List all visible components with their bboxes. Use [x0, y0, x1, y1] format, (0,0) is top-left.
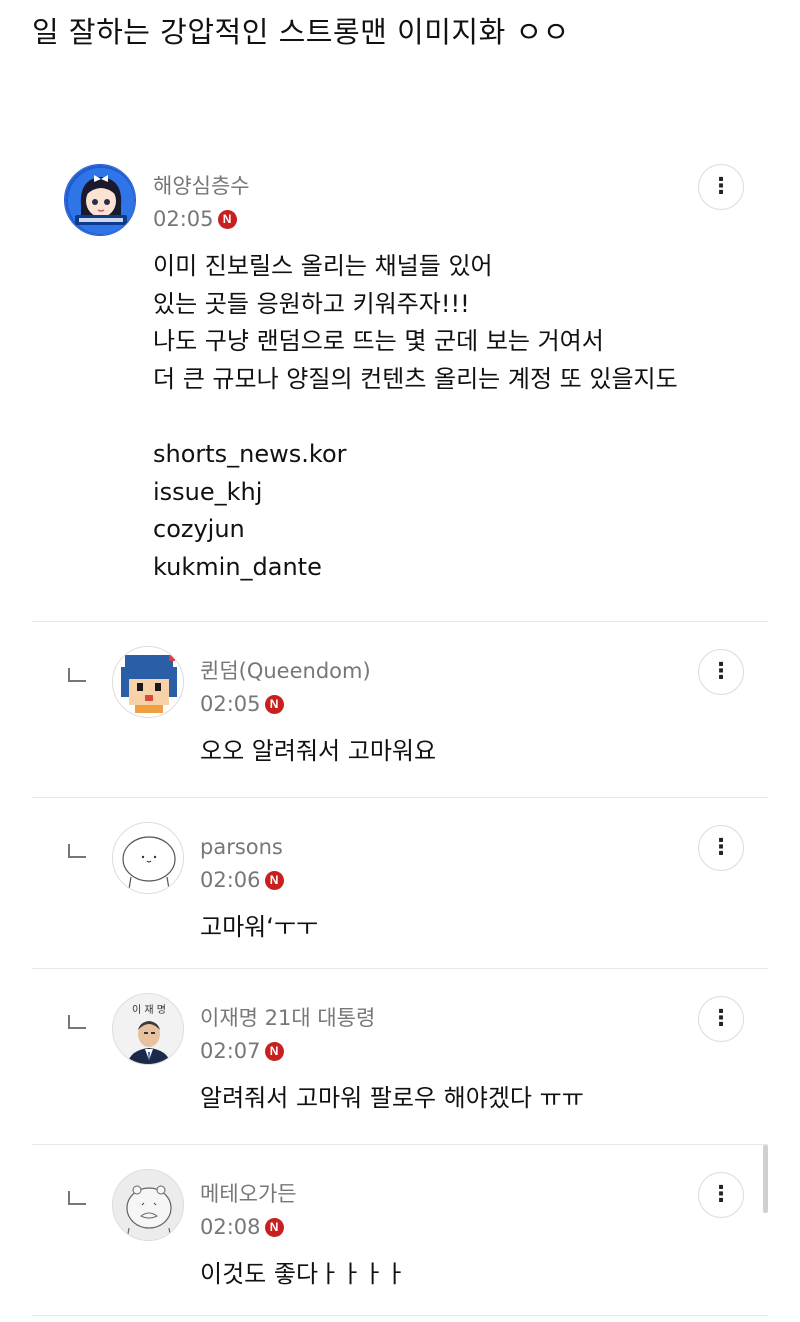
- avatar[interactable]: [112, 822, 184, 894]
- avatar-name-label: 이 재 명: [132, 1004, 166, 1016]
- more-options-button[interactable]: ⋮: [698, 996, 744, 1042]
- comment-time-text: 02:08: [200, 1215, 261, 1239]
- comment-thread-page: 일 잘하는 강압적인 스트롱맨 이미지화 ㅇㅇ 해양심층수 02:05 N 이미…: [0, 0, 800, 1322]
- comment-author[interactable]: 퀸덤(Queendom): [200, 657, 371, 685]
- avatar[interactable]: [112, 646, 184, 718]
- comment-line: 이미 진보릴스 올리는 채널들 있어: [153, 252, 493, 280]
- avatar[interactable]: [112, 1169, 184, 1241]
- comment-author[interactable]: 해양심층수: [153, 172, 250, 200]
- comment-line: 나도 구냥 랜덤으로 뜨는 몇 군데 보는 거여서: [153, 327, 604, 355]
- reply-item: 이 재 명 이재명 21대 대통령 02:07 N 알려줘서 고마워 팔로우 해…: [32, 969, 768, 1145]
- account-name: issue_khj: [153, 477, 263, 506]
- anime-girl-avatar-icon: [65, 165, 135, 235]
- more-vertical-icon: ⋮: [710, 659, 732, 684]
- more-vertical-icon: ⋮: [710, 835, 732, 860]
- comment-time-text: 02:05: [153, 207, 214, 231]
- comment-body: 고마워‘ㅜㅜ: [200, 913, 319, 941]
- page-title: 일 잘하는 강압적인 스트롱맨 이미지화 ㅇㅇ: [32, 15, 570, 49]
- reply-arrow-icon: [68, 668, 86, 682]
- comment-time: 02:08 N: [200, 1213, 284, 1241]
- portrait-avatar-icon: 이 재 명: [113, 994, 183, 1064]
- n-badge-icon: N: [217, 209, 237, 229]
- comment-item: 해양심층수 02:05 N 이미 진보릴스 올리는 채널들 있어 있는 곳들 응…: [32, 160, 768, 622]
- reply-arrow-icon: [68, 1191, 86, 1205]
- account-name: kukmin_dante: [153, 552, 322, 581]
- avatar[interactable]: 이 재 명: [112, 993, 184, 1065]
- comment-time: 02:06 N: [200, 866, 284, 894]
- scrollbar[interactable]: [763, 1145, 768, 1213]
- n-badge-icon: N: [264, 1041, 284, 1061]
- comment-body: 오오 알려줘서 고마워요: [200, 737, 437, 765]
- reply-arrow-icon: [68, 844, 86, 858]
- pixel-character-avatar-icon: [113, 647, 183, 717]
- more-options-button[interactable]: ⋮: [698, 649, 744, 695]
- comment-time: 02:05 N: [153, 205, 237, 233]
- comment-author[interactable]: parsons: [200, 833, 283, 861]
- comment-line: 있는 곳들 응원하고 키워주자!!!: [153, 289, 470, 318]
- reply-item: 메테오가든 02:08 N 이것도 좋다ㅏㅏㅏㅏ ⋮: [32, 1145, 768, 1316]
- comment-line: 더 큰 규모나 양질의 컨텐츠 올리는 계정 또 있을지도: [153, 364, 678, 393]
- more-options-button[interactable]: ⋮: [698, 1172, 744, 1218]
- account-name: cozyjun: [153, 515, 245, 543]
- more-options-button[interactable]: ⋮: [698, 825, 744, 871]
- comment-author[interactable]: 이재명 21대 대통령: [200, 1004, 375, 1032]
- round-character-avatar-icon: [113, 823, 183, 893]
- reply-arrow-icon: [68, 1015, 86, 1029]
- comment-time: 02:05 N: [200, 690, 284, 718]
- comment-time-text: 02:07: [200, 1039, 261, 1063]
- avatar[interactable]: [64, 164, 136, 236]
- comment-author[interactable]: 메테오가든: [200, 1180, 297, 1208]
- comment-time-text: 02:05: [200, 692, 261, 716]
- more-options-button[interactable]: ⋮: [698, 164, 744, 210]
- comment-time-text: 02:06: [200, 868, 261, 892]
- n-badge-icon: N: [264, 870, 284, 890]
- n-badge-icon: N: [264, 1217, 284, 1237]
- reply-item: 퀸덤(Queendom) 02:05 N 오오 알려줘서 고마워요 ⋮: [32, 622, 768, 798]
- comment-body: 알려줘서 고마워 팔로우 해야겠다 ㅠㅠ: [200, 1084, 584, 1112]
- comment-body: 이것도 좋다ㅏㅏㅏㅏ: [200, 1260, 407, 1288]
- more-vertical-icon: ⋮: [710, 174, 732, 199]
- account-name: shorts_news.kor: [153, 440, 347, 468]
- hippo-character-avatar-icon: [113, 1170, 183, 1240]
- more-vertical-icon: ⋮: [710, 1182, 732, 1207]
- comment-body: 이미 진보릴스 올리는 채널들 있어 있는 곳들 응원하고 키워주자!!! 나도…: [153, 248, 678, 586]
- n-badge-icon: N: [264, 694, 284, 714]
- reply-item: parsons 02:06 N 고마워‘ㅜㅜ ⋮: [32, 798, 768, 969]
- comment-time: 02:07 N: [200, 1037, 284, 1065]
- more-vertical-icon: ⋮: [710, 1006, 732, 1031]
